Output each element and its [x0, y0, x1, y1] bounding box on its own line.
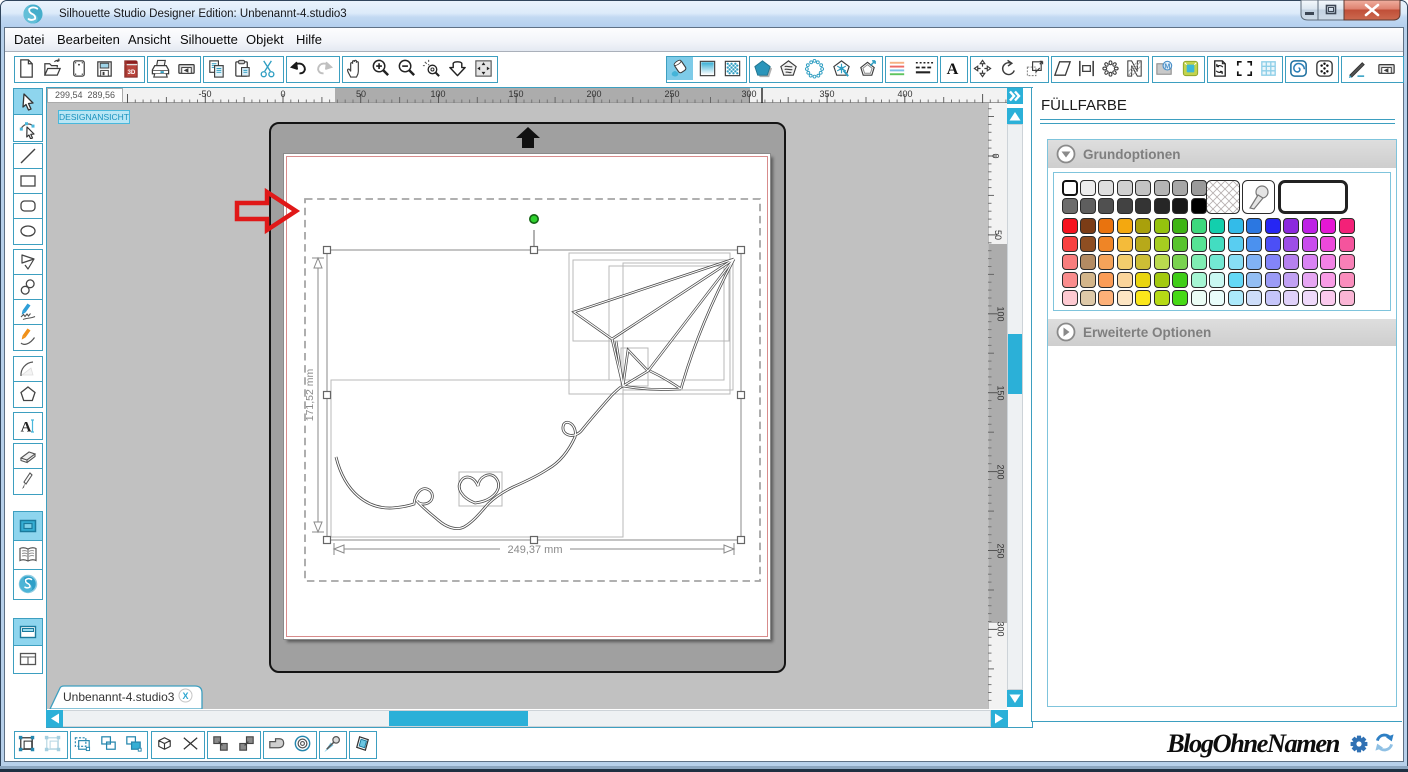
- svg-text:M: M: [1164, 63, 1170, 71]
- svg-text:3D: 3D: [127, 69, 135, 76]
- svg-text:X: X: [182, 691, 188, 701]
- svg-text:A: A: [947, 60, 959, 78]
- svg-text:249,37 mm: 249,37 mm: [507, 544, 562, 556]
- svg-text:A: A: [21, 420, 32, 436]
- svg-text:171,52 mm: 171,52 mm: [304, 368, 316, 421]
